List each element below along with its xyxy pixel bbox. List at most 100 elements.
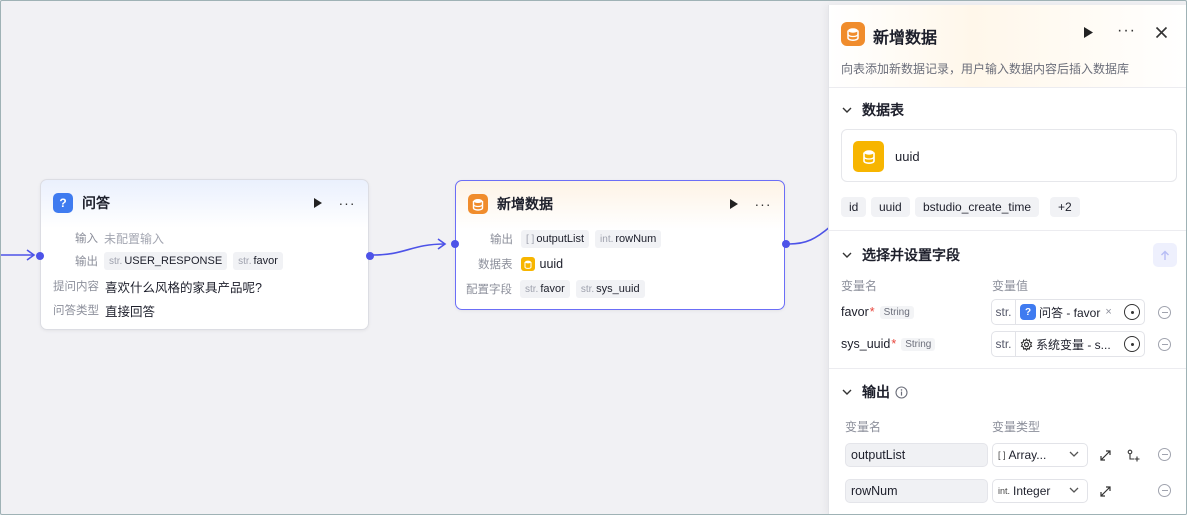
type-icon: int. [998,486,1011,496]
type-prefix: str. [992,332,1016,356]
add-node-title: 新增数据 [497,196,553,212]
add-output-tag: int. rowNum [595,230,662,248]
table-section-header[interactable]: 数据表 [841,100,904,120]
qa-input-port[interactable] [36,252,44,260]
fields-section-header[interactable]: 选择并设置字段 [841,245,960,265]
play-icon[interactable] [1083,26,1094,42]
column-more-chip[interactable]: +2 [1050,197,1080,217]
table-section-title: 数据表 [862,102,904,118]
add-field-tag: str. sys_uuid [575,280,645,298]
fields-col-value: 变量值 [992,279,1029,293]
chevron-down-icon [841,249,853,261]
chevron-down-icon [841,386,853,398]
column-chip: id [841,197,867,217]
add-output-tag: [ ] outputList [521,230,590,248]
field-value-ref: 系统变量 - s... [1016,336,1124,353]
edge-qa-add [372,243,446,256]
qa-output-port[interactable] [366,252,374,260]
qa-output-row: 输出 str. USER_RESPONSE str. favor [75,251,289,271]
node-config-panel: 新增数据 ··· 向表添加新数据记录，用户输入数据内容后插入数据库 数据表 uu… [828,5,1186,514]
type-prefix: [ ] [526,233,535,245]
type-value: Array... [1008,448,1047,462]
add-output-port[interactable] [782,240,790,248]
table-card[interactable]: uuid [841,129,1177,182]
add-table-label: 数据表 [478,259,513,271]
more-icon[interactable]: ··· [1117,22,1136,40]
add-child-icon[interactable] [1126,448,1140,462]
edge-add-out [788,225,831,245]
expand-icon[interactable] [1098,448,1112,462]
qa-question-label: 提问内容 [53,281,99,293]
remove-output-button[interactable] [1158,484,1171,497]
tag-name: rowNum [615,233,657,245]
field-name-text: sys_uuid [841,337,891,351]
remove-output-button[interactable] [1158,448,1171,461]
field-name-sys-uuid: sys_uuid * String [841,337,936,351]
output-section-title: 输出 [862,384,890,400]
clear-icon[interactable]: × [1105,306,1111,318]
expand-icon[interactable] [1098,484,1112,498]
tag-name: favor [253,255,278,267]
table-name: uuid [895,149,920,164]
output-name-field[interactable]: rowNum [845,479,988,503]
add-table-value: uuid [539,257,564,271]
play-icon[interactable] [310,195,326,211]
more-icon[interactable]: ··· [338,195,356,211]
column-chip: bstudio_create_time [915,197,1040,217]
close-icon[interactable] [1155,24,1168,42]
divider [829,368,1186,369]
chevron-down-icon [841,104,853,116]
qa-question-row: 提问内容 喜欢什么风格的家具产品呢? [53,276,262,296]
remove-field-button[interactable] [1158,306,1171,319]
field-value-favor[interactable]: str. ? 问答 - favor × [991,299,1145,325]
tag-name: outputList [536,233,585,245]
add-output-row: 输出 [ ] outputList int. rowNum [490,229,667,249]
add-fields-label: 配置字段 [466,284,512,296]
required-mark: * [891,337,897,351]
panel-description: 向表添加新数据记录，用户输入数据内容后插入数据库 [841,62,1130,76]
add-table-row: 数据表 uuid [478,254,563,274]
tag-name: sys_uuid [596,283,640,295]
divider [829,87,1186,88]
column-chip: uuid [871,197,910,217]
field-type-badge: String [901,337,936,351]
chevron-down-icon [1069,487,1079,493]
remove-field-button[interactable] [1158,338,1171,351]
field-value-ref: ? 问答 - favor × [1016,304,1124,321]
play-icon[interactable] [726,196,742,212]
type-prefix: str. [580,283,595,295]
database-add-icon [841,22,865,46]
question-icon: ? [1020,304,1036,320]
add-field-button[interactable] [1153,243,1177,267]
target-icon[interactable] [1124,336,1140,352]
output-type-select[interactable]: int. Integer [992,479,1088,503]
add-data-node[interactable]: 新增数据 ··· 输出 [ ] outputList int. rowNum 数据表… [451,180,790,310]
panel-title: 新增数据 [873,30,938,47]
type-value: Integer [1013,484,1051,498]
field-value-sys-uuid[interactable]: str. 系统变量 - s... [991,331,1145,357]
chevron-down-icon [1069,451,1079,457]
output-name-field[interactable]: outputList [845,443,988,467]
add-field-tag: str. favor [520,280,570,298]
output-col-type: 变量类型 [992,420,1041,434]
target-icon[interactable] [1124,304,1140,320]
qa-output-tag: str. USER_RESPONSE [104,252,228,270]
qa-node[interactable]: ? 问答 ··· 输入 未配置输入 输出 str. USER_RESPONSE s… [36,179,374,330]
output-type-select[interactable]: [ ] Array... [992,443,1088,467]
qa-node-title: 问答 [82,195,110,211]
info-icon[interactable] [895,385,908,399]
output-section-header[interactable]: 输出 [841,382,908,402]
qa-answer-type-value: 直接回答 [105,304,156,319]
qa-question-value: 喜欢什么风格的家具产品呢? [105,280,262,295]
more-icon[interactable]: ··· [754,196,772,212]
add-input-port[interactable] [451,240,459,248]
tag-name: USER_RESPONSE [124,255,223,267]
field-name-favor: favor * String [841,305,914,319]
type-prefix: str. [109,255,123,267]
output-col-name: 变量名 [845,420,882,434]
fields-section-title: 选择并设置字段 [862,247,960,263]
database-icon [520,257,535,271]
qa-input-value: 未配置输入 [104,231,165,246]
field-type-badge: String [879,305,914,319]
qa-input-label: 输入 [75,233,98,245]
